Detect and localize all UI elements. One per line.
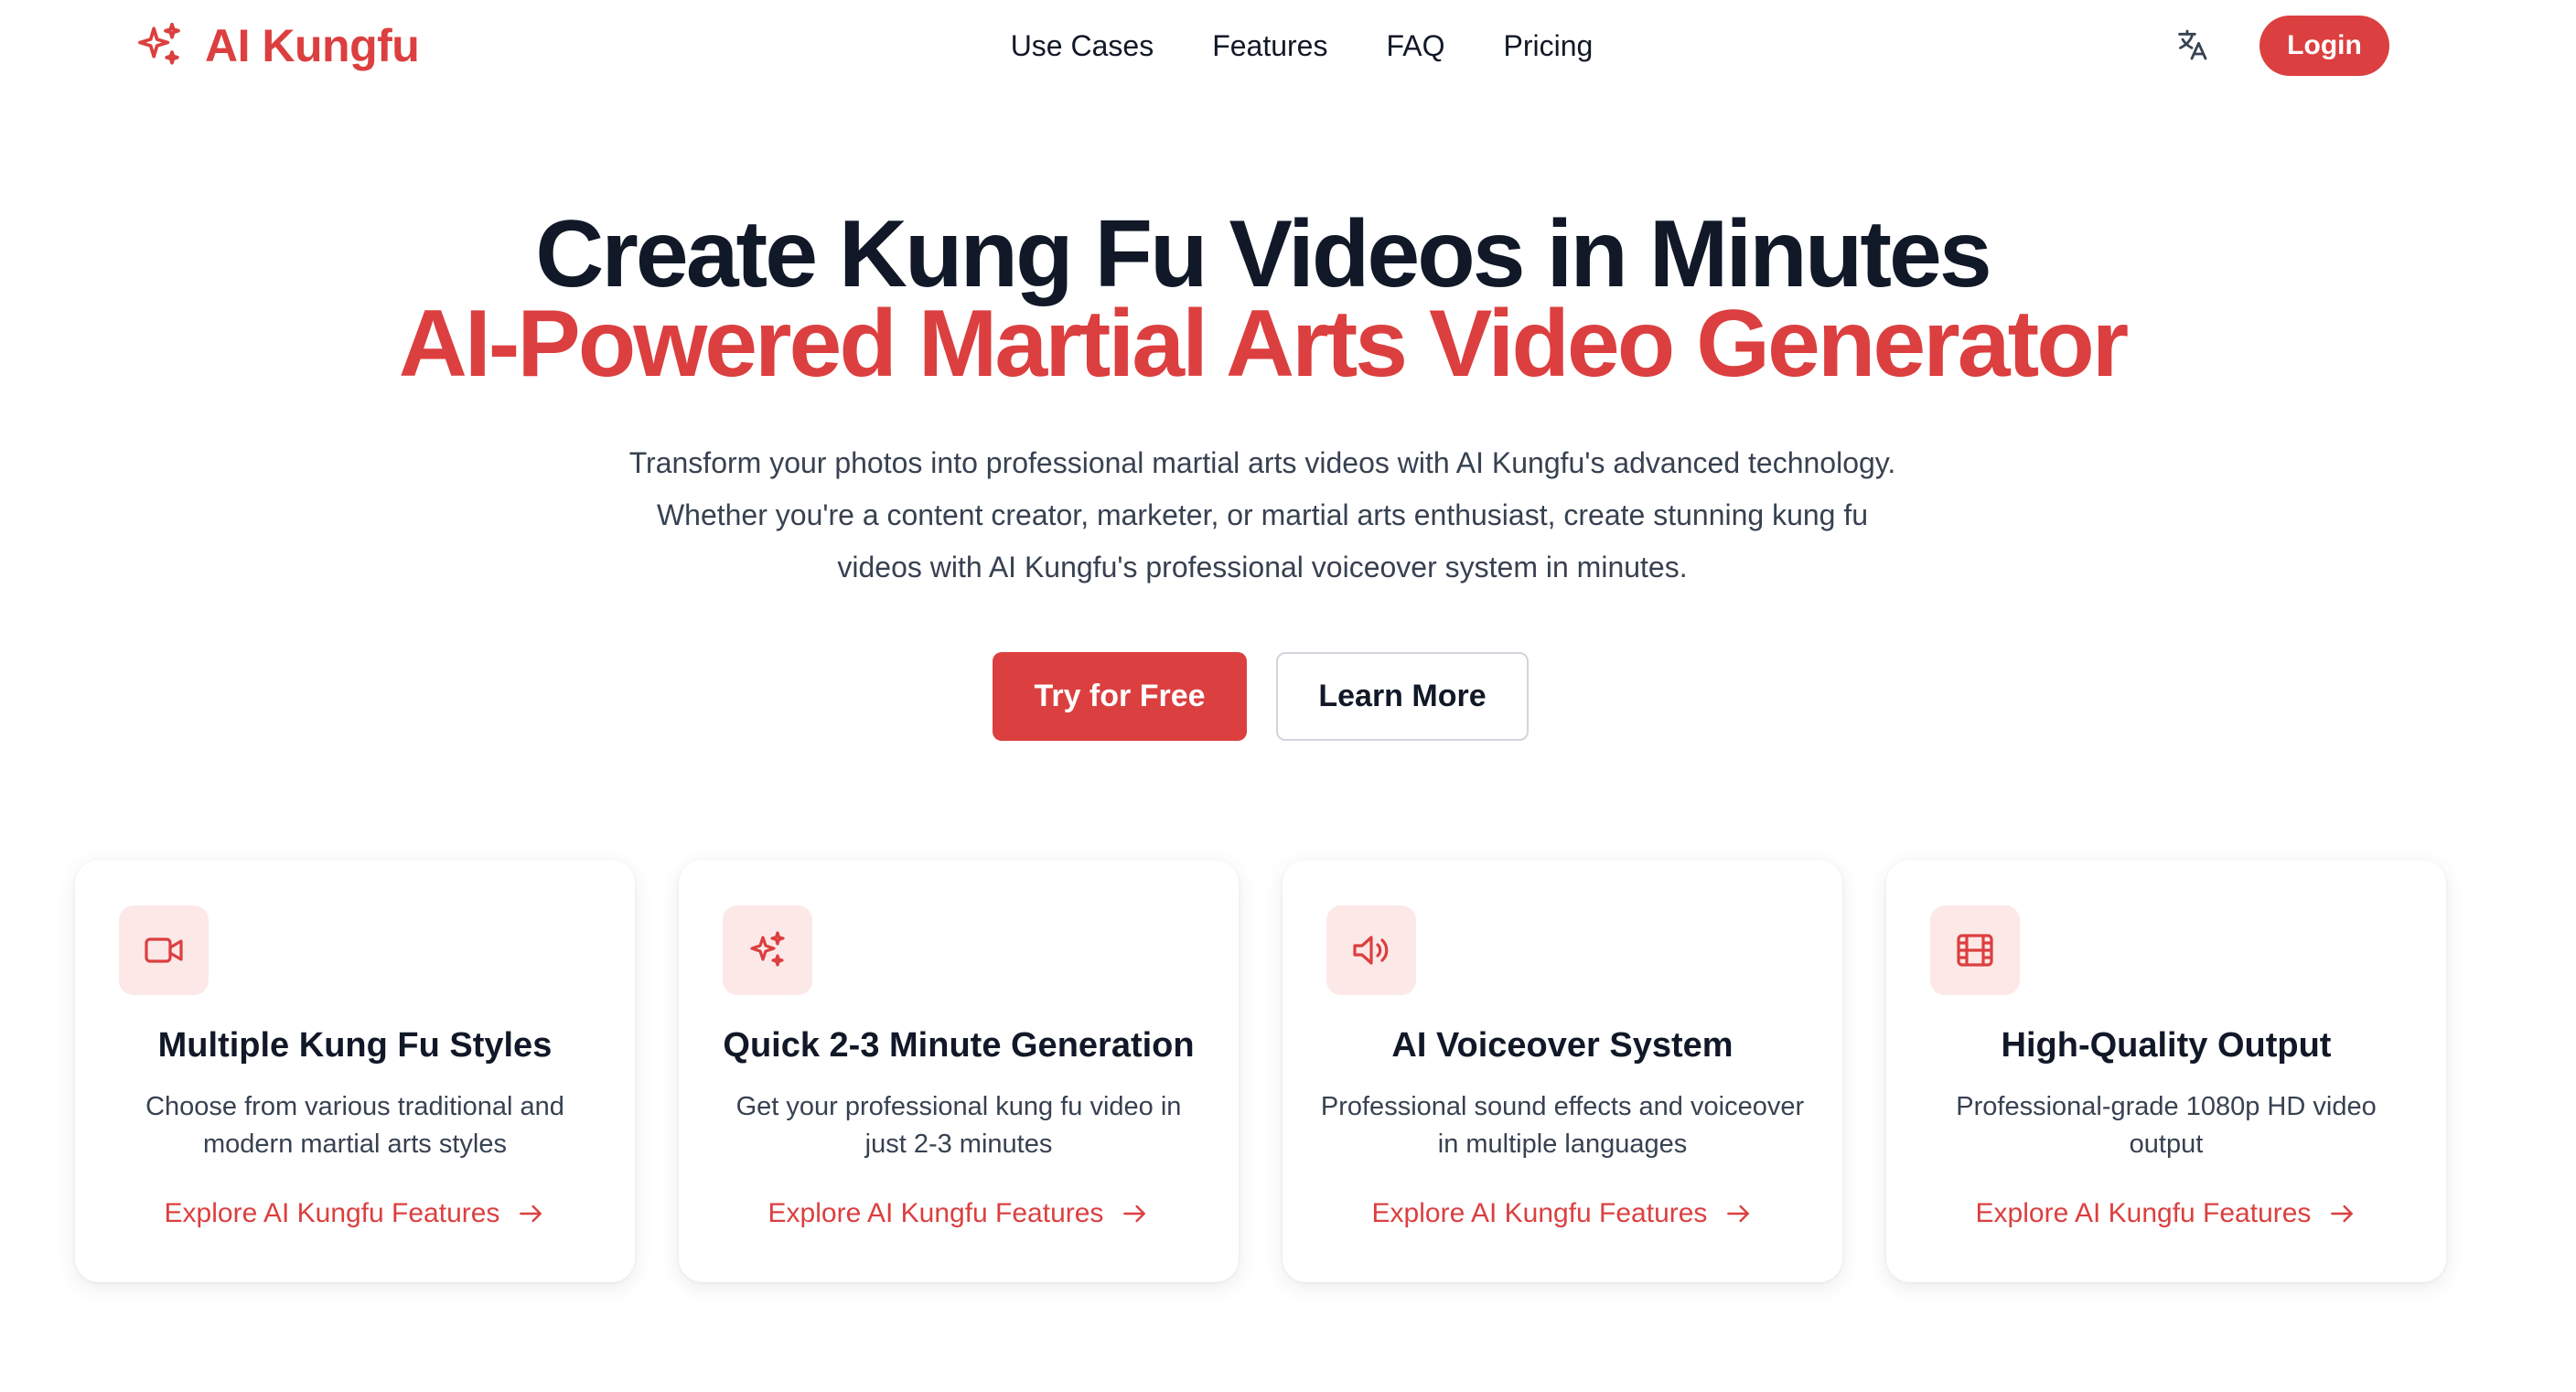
- arrow-right-icon: [1723, 1199, 1753, 1228]
- video-camera-icon: [119, 905, 209, 995]
- explore-link-label: Explore AI Kungfu Features: [1975, 1198, 2312, 1228]
- arrow-right-icon: [516, 1199, 545, 1228]
- explore-link-label: Explore AI Kungfu Features: [1371, 1198, 1708, 1228]
- feature-card: Quick 2-3 Minute Generation Get your pro…: [679, 860, 1239, 1282]
- site-header: AI Kungfu Use Cases Features FAQ Pricing…: [0, 0, 2576, 91]
- arrow-right-icon: [1120, 1199, 1149, 1228]
- explore-link-label: Explore AI Kungfu Features: [767, 1198, 1104, 1228]
- learn-more-button[interactable]: Learn More: [1276, 652, 1529, 741]
- film-icon: [1930, 905, 2020, 995]
- feature-card: Multiple Kung Fu Styles Choose from vari…: [75, 860, 635, 1282]
- nav-item-pricing[interactable]: Pricing: [1503, 24, 1593, 68]
- nav-item-features[interactable]: Features: [1212, 24, 1327, 68]
- arrow-right-icon: [2327, 1199, 2356, 1228]
- feature-description: Professional-grade 1080p HD video output: [1956, 1092, 2377, 1159]
- explore-features-link[interactable]: Explore AI Kungfu Features: [75, 1198, 635, 1229]
- hero-title: Create Kung Fu Videos in Minutes: [535, 201, 1991, 307]
- feature-card: High-Quality Output Professional-grade 1…: [1886, 860, 2446, 1282]
- nav-item-use-cases[interactable]: Use Cases: [1011, 24, 1154, 68]
- translate-icon: [2174, 27, 2210, 66]
- brand-logo-link[interactable]: AI Kungfu: [134, 18, 420, 73]
- hero-subtitle: AI-Powered Martial Arts Video Generator: [398, 291, 2129, 397]
- try-for-free-button[interactable]: Try for Free: [993, 652, 1247, 741]
- feature-description: Choose from various traditional and mode…: [145, 1092, 564, 1159]
- nav-item-faq[interactable]: FAQ: [1386, 24, 1444, 68]
- sparkles-icon: [723, 905, 812, 995]
- translate-button[interactable]: [2170, 24, 2214, 68]
- feature-description: Professional sound effects and voiceover…: [1320, 1092, 1805, 1159]
- feature-title: Multiple Kung Fu Styles: [157, 1026, 553, 1065]
- speaker-icon: [1326, 905, 1416, 995]
- feature-card: AI Voiceover System Professional sound e…: [1283, 860, 1842, 1282]
- login-button[interactable]: Login: [2259, 16, 2389, 76]
- hero-description: Transform your photos into professional …: [628, 446, 1896, 584]
- feature-title: High-Quality Output: [2001, 1026, 2332, 1065]
- explore-features-link[interactable]: Explore AI Kungfu Features: [679, 1198, 1239, 1229]
- feature-description: Get your professional kung fu video in j…: [735, 1092, 1182, 1159]
- sparkles-icon: [134, 20, 185, 71]
- feature-title: Quick 2-3 Minute Generation: [723, 1026, 1195, 1065]
- explore-features-link[interactable]: Explore AI Kungfu Features: [1886, 1198, 2446, 1229]
- brand-name: AI Kungfu: [205, 20, 420, 71]
- explore-features-link[interactable]: Explore AI Kungfu Features: [1283, 1198, 1842, 1229]
- feature-title: AI Voiceover System: [1391, 1026, 1733, 1065]
- explore-link-label: Explore AI Kungfu Features: [164, 1198, 500, 1228]
